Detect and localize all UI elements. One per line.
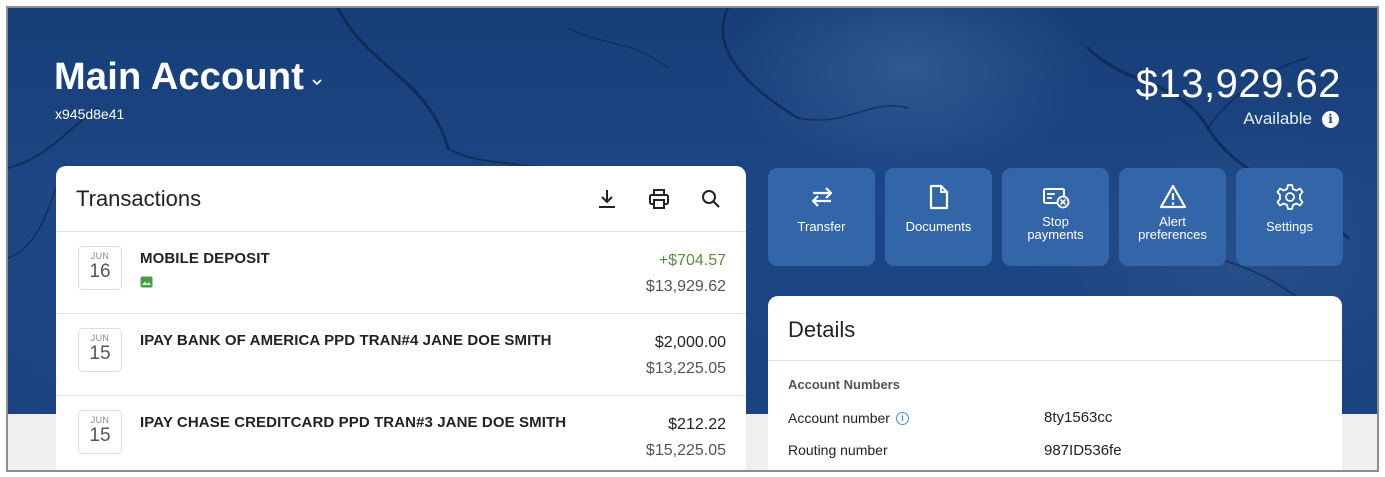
transaction-running-balance: $13,929.62 [645, 278, 726, 295]
routing-number-value: 987ID536fe [1044, 442, 1122, 459]
available-label-row: Available i [1243, 109, 1339, 129]
settings-label: Settings [1266, 219, 1313, 234]
app-frame: Main Account x945d8e41 $13,929.62 Availa… [6, 6, 1379, 472]
account-number-label-text: Account number [788, 410, 890, 426]
account-title: Main Account [54, 56, 305, 98]
transaction-running-balance: $13,225.05 [645, 360, 726, 377]
transactions-title: Transactions [76, 185, 202, 211]
account-id: x945d8e41 [55, 106, 125, 122]
transaction-amount: $2,000.00 [654, 334, 726, 351]
documents-button[interactable]: Documents [885, 168, 992, 266]
account-actions: Transfer Documents Stop payments Alert p… [768, 168, 1343, 266]
transactions-card: Transactions JUN 16 MOBILE DEPOSIT +$704… [56, 166, 746, 470]
transaction-month: JUN [90, 333, 110, 343]
transaction-date: JUN 16 [78, 246, 122, 290]
transaction-day: 16 [89, 261, 111, 282]
transaction-month: JUN [90, 251, 110, 261]
info-icon[interactable]: i [1322, 110, 1339, 128]
chevron-down-icon[interactable] [310, 75, 324, 89]
transaction-description: IPAY BANK OF AMERICA PPD TRAN#4 JANE DOE… [140, 332, 552, 349]
transaction-row[interactable]: JUN 16 MOBILE DEPOSIT +$704.57 $13,929.6… [56, 232, 746, 314]
search-icon[interactable] [696, 184, 726, 214]
routing-number-label-text: Routing number [788, 442, 888, 458]
documents-label: Documents [905, 219, 972, 234]
transaction-month: JUN [90, 415, 110, 425]
routing-number-label: Routing number [788, 442, 888, 458]
gear-icon [1275, 182, 1305, 212]
account-number-label: Account number i [788, 410, 909, 426]
settings-button[interactable]: Settings [1236, 168, 1343, 266]
print-icon[interactable] [644, 184, 674, 214]
transactions-toolbar [592, 184, 726, 214]
transfer-icon [807, 182, 837, 212]
info-icon[interactable]: i [895, 411, 909, 425]
transaction-description: MOBILE DEPOSIT [140, 250, 270, 267]
transaction-amount: +$704.57 [658, 252, 726, 269]
stop-payments-label: Stop payments [1027, 214, 1084, 242]
transaction-amount: $212.22 [668, 416, 726, 433]
transfer-label: Transfer [797, 219, 846, 234]
details-divider [768, 360, 1342, 361]
transaction-running-balance: $15,225.05 [645, 442, 726, 459]
transaction-date: JUN 15 [78, 328, 122, 372]
alert-icon [1158, 182, 1188, 212]
transactions-header: Transactions [56, 166, 746, 232]
transaction-description: IPAY CHASE CREDITCARD PPD TRAN#3 JANE DO… [140, 414, 567, 431]
alert-preferences-label: Alert preferences [1138, 214, 1207, 242]
details-title: Details [788, 317, 856, 342]
available-label: Available [1243, 109, 1312, 128]
alert-preferences-button[interactable]: Alert preferences [1119, 168, 1226, 266]
transaction-date: JUN 15 [78, 410, 122, 454]
document-icon [924, 182, 954, 212]
stop-payments-button[interactable]: Stop payments [1002, 168, 1109, 266]
details-card: Details Account Numbers Account number i… [768, 296, 1342, 470]
account-number-value: 8ty1563cc [1044, 409, 1113, 426]
available-balance: $13,929.62 [1135, 62, 1341, 106]
stop-payment-icon [1041, 182, 1071, 212]
transaction-day: 15 [89, 343, 111, 364]
account-selector[interactable]: Main Account [54, 56, 324, 99]
image-attachment-icon[interactable] [140, 276, 153, 288]
transaction-row[interactable]: JUN 15 IPAY CHASE CREDITCARD PPD TRAN#3 … [56, 396, 746, 470]
transaction-row[interactable]: JUN 15 IPAY BANK OF AMERICA PPD TRAN#4 J… [56, 314, 746, 396]
account-numbers-heading: Account Numbers [788, 377, 900, 392]
transfer-button[interactable]: Transfer [768, 168, 875, 266]
transaction-day: 15 [89, 425, 111, 446]
download-icon[interactable] [592, 184, 622, 214]
